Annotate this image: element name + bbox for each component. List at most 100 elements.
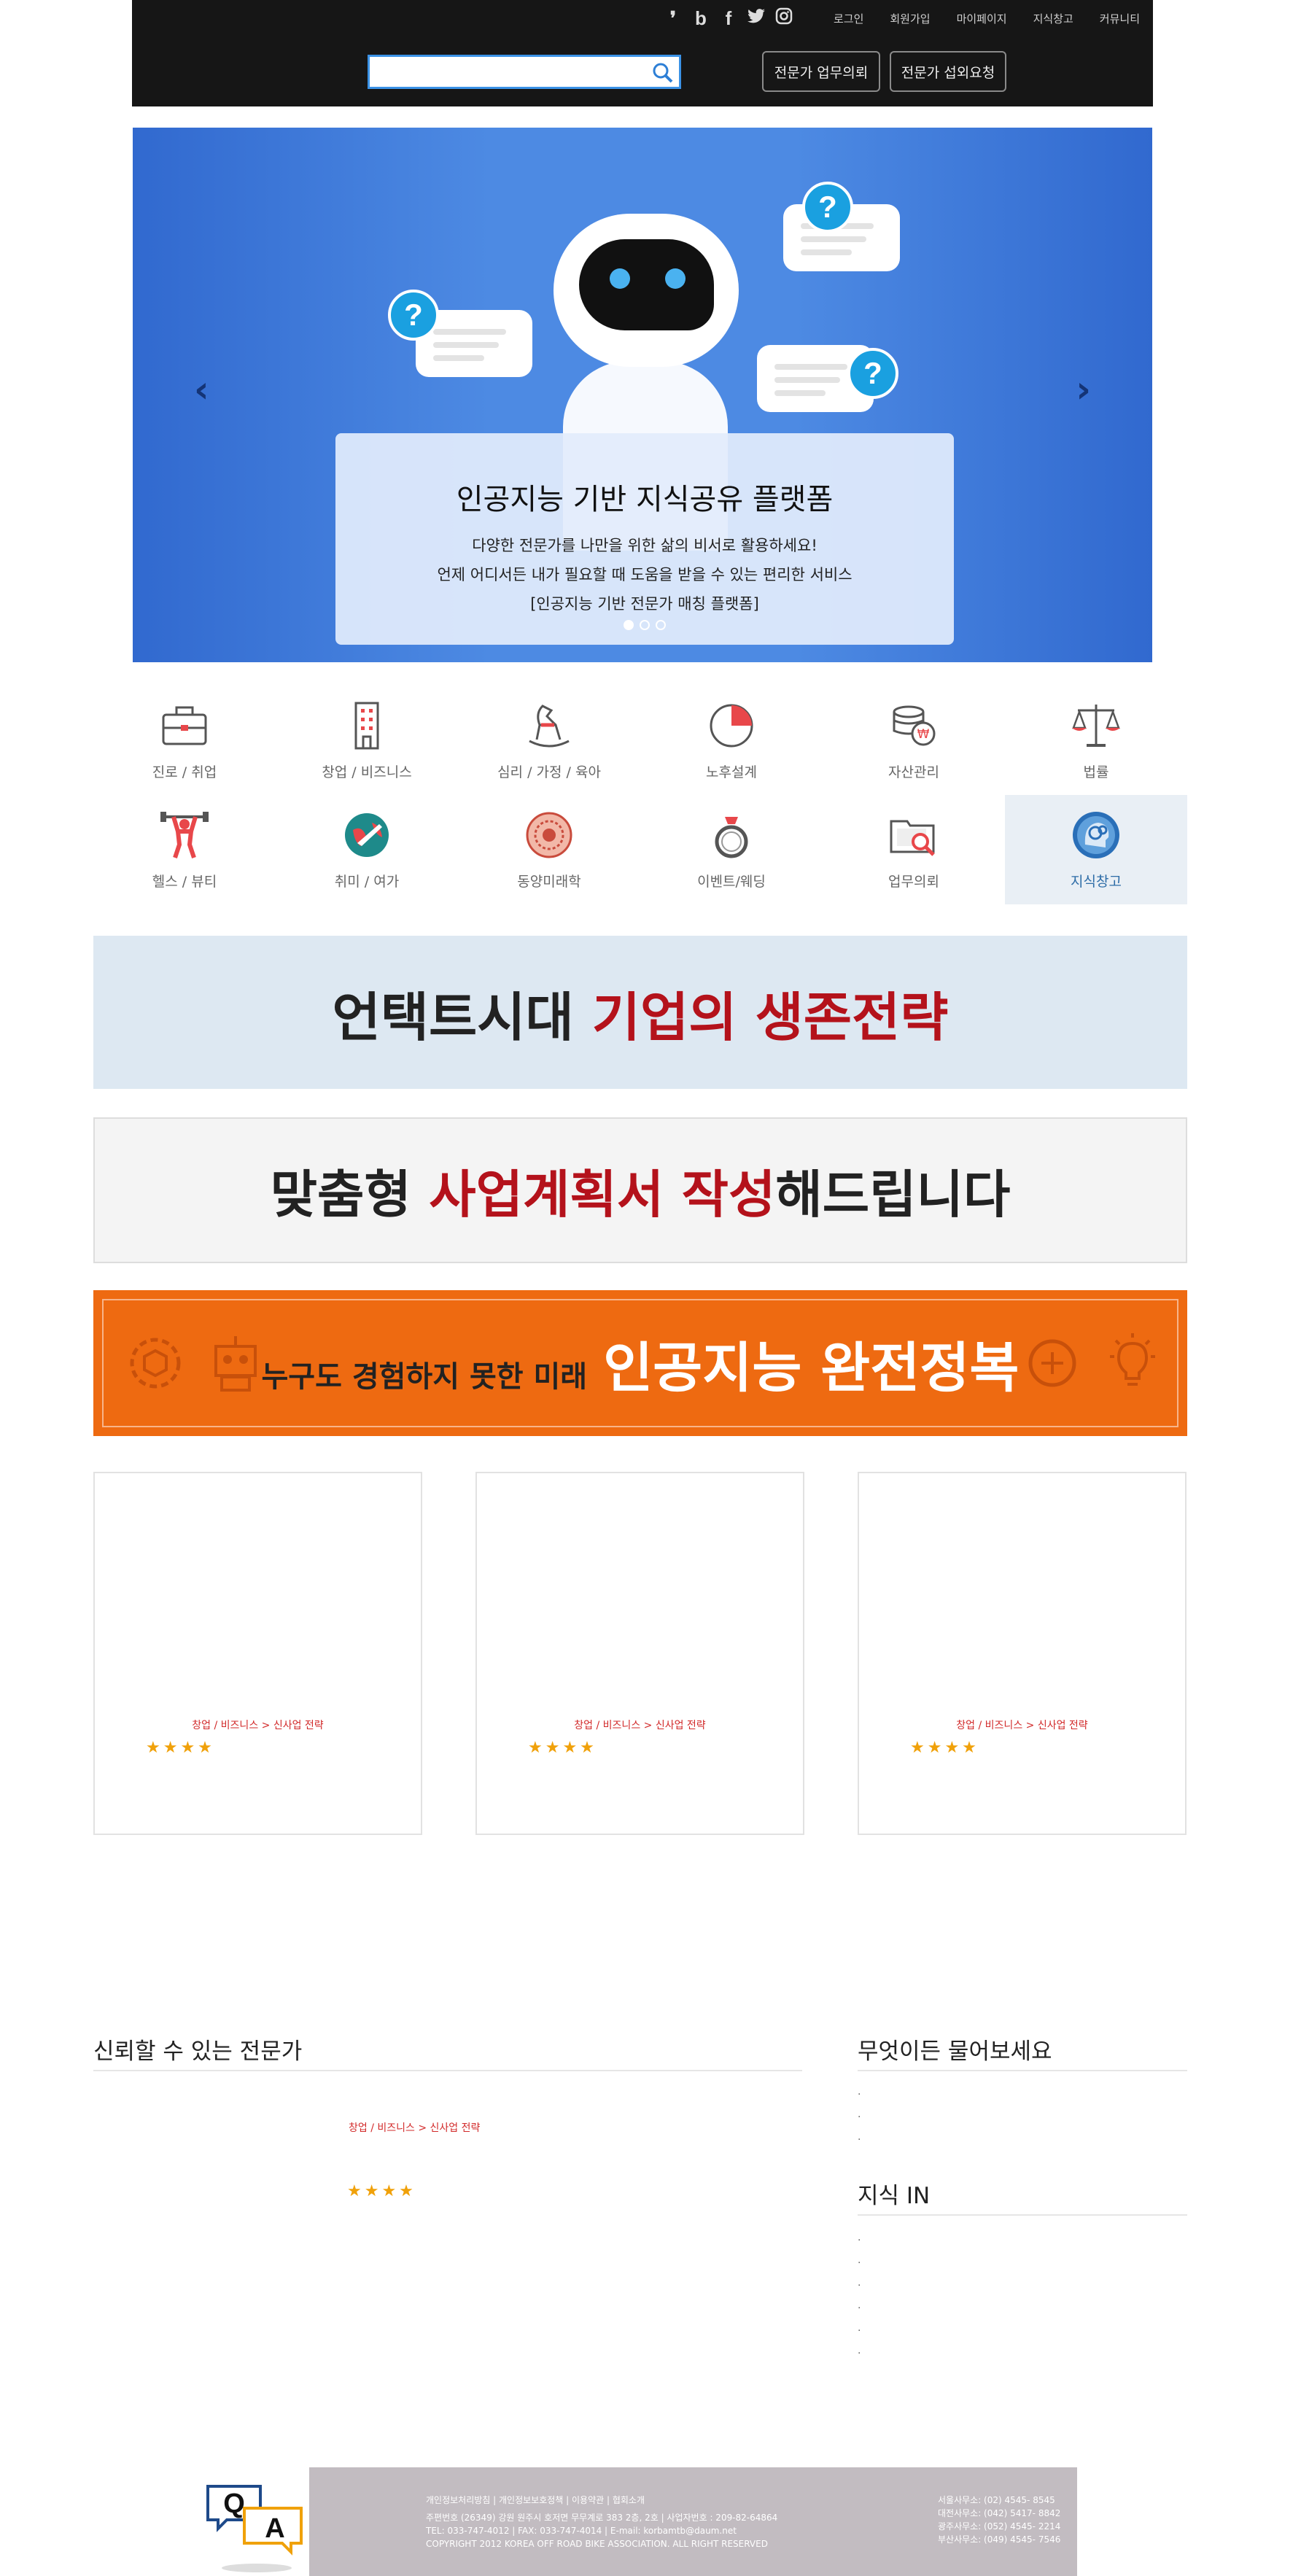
question-mark-icon: ? xyxy=(388,290,439,341)
login-link[interactable]: 로그인 xyxy=(834,11,863,26)
expert-card[interactable]: 창업 / 비즈니스 > 신사업 전략 ★★★★ xyxy=(475,1472,804,1835)
footer-info: 개인정보처리방침 | 개인정보보호정책 | 이용약관 | 협회소개 주편번호 (… xyxy=(426,2494,777,2550)
category-retirement[interactable]: 노후설계 xyxy=(640,686,823,795)
rating-stars: ★★★★ xyxy=(347,2182,416,2200)
category-health[interactable]: 헬스 / 뷰티 xyxy=(93,795,276,904)
section-divider xyxy=(93,2070,802,2071)
search-box xyxy=(368,55,681,89)
list-item[interactable]: . xyxy=(858,2108,861,2120)
robot-eye xyxy=(610,268,630,289)
briefcase-icon xyxy=(162,706,207,745)
banner-highlight: 사업계획서 작성 xyxy=(429,1164,776,1225)
hero-slider: ? ? ? ‹ › 인공지능 기반 지식공유 플랫폼 다양한 전문가를 나만을 … xyxy=(133,128,1152,662)
category-oriental[interactable]: 동양미래학 xyxy=(458,795,640,904)
facebook-icon[interactable]: f xyxy=(718,7,739,30)
prev-slide-arrow[interactable]: ‹ xyxy=(194,368,209,411)
rating-stars: ★★★★ xyxy=(146,1739,215,1757)
ring-icon xyxy=(715,817,748,858)
card-category[interactable]: 창업 / 비즈니스 > 신사업 전략 xyxy=(477,1718,803,1732)
list-item[interactable]: . xyxy=(858,2131,861,2143)
weightlifter-icon xyxy=(160,812,209,858)
banner-highlight: 인공지능 완전정복 xyxy=(603,1336,1020,1400)
category-law[interactable]: 법률 xyxy=(1005,686,1187,795)
category-hobby[interactable]: 취미 / 여가 xyxy=(276,795,458,904)
untact-banner[interactable]: 언택트시대 기업의 생존전략 xyxy=(93,936,1187,1089)
category-event[interactable]: 이벤트/웨딩 xyxy=(640,795,823,904)
band-icon[interactable]: b xyxy=(691,7,711,30)
slide-dots xyxy=(335,620,954,630)
signup-link[interactable]: 회원가입 xyxy=(890,11,930,26)
category-startup[interactable]: 창업 / 비즈니스 xyxy=(276,686,458,795)
community-link[interactable]: 커뮤니티 xyxy=(1100,11,1140,26)
trusted-experts-title: 신뢰할 수 있는 전문가 xyxy=(93,2038,303,2065)
footer-offices: 서울사무소: (02) 4545- 8545 대전사무소: (042) 5417… xyxy=(938,2494,1060,2546)
ask-anything-title: 무엇이든 물어보세요 xyxy=(858,2038,1052,2065)
banner-highlight: 기업의 생존전략 xyxy=(591,986,949,1048)
knowledge-link[interactable]: 지식창고 xyxy=(1033,11,1073,26)
head-circuit-icon xyxy=(1028,1339,1076,1387)
coins-icon: ₩ xyxy=(893,705,936,746)
blog-icon[interactable]: ❜ xyxy=(663,7,683,30)
list-item[interactable]: . xyxy=(858,2232,861,2243)
category-career[interactable]: 진로 / 취업 xyxy=(93,686,276,795)
search-input[interactable] xyxy=(370,57,640,87)
gear-cube-icon xyxy=(130,1338,181,1389)
slide-dot[interactable] xyxy=(624,620,634,630)
rating-stars: ★★★★ xyxy=(910,1739,979,1757)
hero-subtitle: 다양한 전문가를 나만을 위한 삶의 비서로 활용하세요! 언제 어디서든 내가… xyxy=(335,531,954,618)
section-divider xyxy=(858,2214,1187,2216)
hero-caption: 인공지능 기반 지식공유 플랫폼 다양한 전문가를 나만을 위한 삶의 비서로 … xyxy=(335,433,954,645)
robot-head xyxy=(554,214,739,367)
zodiac-icon xyxy=(526,812,572,858)
list-item[interactable]: . xyxy=(858,2322,861,2334)
lightbulb-icon xyxy=(1110,1333,1155,1386)
hero-line: 다양한 전문가를 나만을 위한 삶의 비서로 활용하세요! xyxy=(472,537,818,554)
category-knowledge[interactable]: 지식창고 xyxy=(1005,795,1187,904)
category-label: 지식창고 xyxy=(1071,874,1122,890)
category-psychology[interactable]: 심리 / 가정 / 육아 xyxy=(458,686,640,795)
robot-icon xyxy=(214,1336,257,1392)
expert-request-button[interactable]: 전문가 업무의뢰 xyxy=(762,51,880,92)
slide-dot[interactable] xyxy=(640,620,650,630)
next-slide-arrow[interactable]: › xyxy=(1076,368,1091,411)
category-label: 동양미래학 xyxy=(517,874,581,890)
question-mark-icon: ? xyxy=(847,348,898,399)
footer-links[interactable]: 개인정보처리방침 | 개인정보보호정책 | 이용약관 | 협회소개 xyxy=(426,2494,777,2507)
travel-globe-icon xyxy=(345,813,389,857)
list-item[interactable]: . xyxy=(858,2300,861,2311)
office-phone: 광주사무소: (052) 4545- 2214 xyxy=(938,2521,1061,2532)
expert-card[interactable]: 창업 / 비즈니스 > 신사업 전략 ★★★★ xyxy=(93,1472,422,1835)
banner-text: 언택트시대 xyxy=(332,986,592,1048)
category-label: 창업 / 비즈니스 xyxy=(322,764,412,780)
search-icon[interactable] xyxy=(650,61,675,84)
slide-dot[interactable] xyxy=(656,620,666,630)
scales-icon xyxy=(1072,705,1120,747)
trusted-category[interactable]: 창업 / 비즈니스 > 신사업 전략 xyxy=(349,2120,480,2135)
building-icon xyxy=(354,702,379,750)
social-icons: ❜ b f xyxy=(663,7,794,30)
card-category[interactable]: 창업 / 비즈니스 > 신사업 전략 xyxy=(95,1718,421,1732)
category-asset[interactable]: ₩ 자산관리 xyxy=(823,686,1005,795)
expert-card[interactable]: 창업 / 비즈니스 > 신사업 전략 ★★★★ xyxy=(858,1472,1187,1835)
hero-title: 인공지능 기반 지식공유 플랫폼 xyxy=(456,483,834,516)
twitter-icon[interactable] xyxy=(746,7,766,30)
ai-banner[interactable]: 누구도 경험하지 못한 미래 인공지능 완전정복 xyxy=(93,1290,1187,1436)
rocking-horse-icon xyxy=(529,705,570,748)
hero-line: 언제 어디서든 내가 필요할 때 도움을 받을 수 있는 편리한 서비스 xyxy=(437,566,853,583)
list-item[interactable]: . xyxy=(858,2277,861,2289)
category-task[interactable]: 업무의뢰 xyxy=(823,795,1005,904)
card-category[interactable]: 창업 / 비즈니스 > 신사업 전략 xyxy=(859,1718,1185,1732)
pie-chart-icon xyxy=(710,704,753,748)
banner-text: 누구도 경험하지 못한 미래 xyxy=(261,1359,588,1394)
logo-letter-a: A xyxy=(265,2513,284,2544)
mypage-link[interactable]: 마이페이지 xyxy=(957,11,1007,26)
list-item[interactable]: . xyxy=(858,2254,861,2266)
robot-eye xyxy=(665,268,686,289)
expert-invite-button[interactable]: 전문가 섭외요청 xyxy=(890,51,1006,92)
instagram-icon[interactable] xyxy=(774,7,794,30)
business-plan-banner[interactable]: 맞춤형 사업계획서 작성 해드립니다 xyxy=(93,1117,1187,1263)
list-item[interactable]: . xyxy=(858,2086,861,2098)
category-label: 심리 / 가정 / 육아 xyxy=(497,764,601,780)
footer-contact: TEL: 033-747-4012 | FAX: 033-747-4014 | … xyxy=(426,2526,737,2536)
list-item[interactable]: . xyxy=(858,2345,861,2356)
